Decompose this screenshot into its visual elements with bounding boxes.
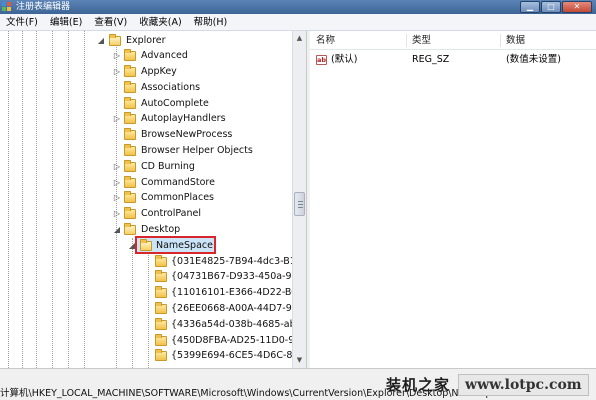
close-icon: ✕ xyxy=(573,2,581,11)
value-name: (默认) xyxy=(331,54,358,65)
tree-item-explorer[interactable]: ◢ Explorer xyxy=(0,33,292,49)
window-controls: ▁ □ ✕ xyxy=(520,1,592,13)
tree-item-guid[interactable]: {26EE0668-A00A-44D7-937 xyxy=(0,301,292,317)
watermark: 装机之家 www.lotpc.com xyxy=(386,371,592,398)
folder-icon xyxy=(155,318,167,330)
folder-icon xyxy=(155,255,167,267)
expand-icon[interactable]: ▷ xyxy=(113,51,121,61)
scroll-grip xyxy=(298,201,303,202)
folder-icon xyxy=(124,49,136,61)
tree-item-commandstore[interactable]: ▷ CommandStore xyxy=(0,175,292,191)
tree-item-cd-burning[interactable]: ▷ CD Burning xyxy=(0,159,292,175)
folder-icon xyxy=(155,302,167,314)
folder-icon xyxy=(124,207,136,219)
tree-item-guid[interactable]: {450D8FBA-AD25-11D0-98 xyxy=(0,333,292,349)
folder-open-icon xyxy=(140,239,152,251)
menu-edit[interactable]: 编辑(E) xyxy=(44,14,88,31)
folder-icon xyxy=(155,270,167,282)
value-list[interactable]: 名称 类型 数据 ab (默认) REG_SZ (数值未设置) xyxy=(310,31,596,368)
menu-help[interactable]: 帮助(H) xyxy=(188,14,234,31)
window-title: 注册表编辑器 xyxy=(16,2,71,12)
scroll-thumb[interactable] xyxy=(294,192,305,216)
scroll-grip xyxy=(298,207,303,208)
list-header: 名称 类型 数据 xyxy=(310,31,596,50)
tree-item-guid[interactable]: {04731B67-D933-450a-90E xyxy=(0,269,292,285)
folder-icon xyxy=(124,176,136,188)
watermark-url: www.lotpc.com xyxy=(458,373,589,396)
expand-icon[interactable]: ▷ xyxy=(113,178,121,188)
watermark-text: 装机之家 xyxy=(386,376,451,394)
minimize-icon: ▁ xyxy=(526,2,534,11)
folder-open-icon xyxy=(109,34,121,46)
folder-icon xyxy=(155,334,167,346)
column-type-header[interactable]: 类型 xyxy=(412,31,431,50)
scroll-down-icon[interactable]: ▼ xyxy=(293,354,306,367)
scroll-up-icon[interactable]: ▲ xyxy=(293,32,306,45)
close-button[interactable]: ✕ xyxy=(562,1,592,13)
folder-icon xyxy=(124,160,136,172)
menu-favorites[interactable]: 收藏夹(A) xyxy=(133,14,187,31)
collapse-icon[interactable]: ◢ xyxy=(113,225,121,235)
registry-tree[interactable]: ◢ Explorer ▷ Advanced ▷ AppKey Associati… xyxy=(0,31,292,368)
folder-icon xyxy=(124,191,136,203)
title-bar: 注册表编辑器 ▁ □ ✕ xyxy=(0,0,596,14)
value-data: (数值未设置) xyxy=(506,54,561,65)
scroll-grip xyxy=(298,204,303,205)
column-divider[interactable] xyxy=(500,34,501,47)
folder-icon xyxy=(124,112,136,124)
folder-icon xyxy=(124,128,136,140)
value-row[interactable]: ab (默认) REG_SZ (数值未设置) xyxy=(310,52,596,68)
tree-item-desktop[interactable]: ◢ Desktop xyxy=(0,222,292,238)
tree-item-commonplaces[interactable]: ▷ CommonPlaces xyxy=(0,190,292,206)
folder-icon xyxy=(124,144,136,156)
folder-icon xyxy=(124,97,136,109)
tree-item-appkey[interactable]: ▷ AppKey xyxy=(0,64,292,80)
expand-icon[interactable]: ▷ xyxy=(113,67,121,77)
tree-item-browser-helper-objects[interactable]: Browser Helper Objects xyxy=(0,143,292,159)
folder-open-icon xyxy=(124,223,136,235)
regedit-icon xyxy=(2,2,12,12)
minimize-button[interactable]: ▁ xyxy=(520,1,540,13)
maximize-icon: □ xyxy=(547,2,555,11)
tree-item-guid[interactable]: {5399E694-6CE5-4D6C-8FC xyxy=(0,348,292,364)
menu-view[interactable]: 查看(V) xyxy=(88,14,133,31)
tree-item-autoplayhandlers[interactable]: ▷ AutoplayHandlers xyxy=(0,111,292,127)
column-name-header[interactable]: 名称 xyxy=(316,31,335,50)
tree-item-advanced[interactable]: ▷ Advanced xyxy=(0,48,292,64)
tree-item-associations[interactable]: Associations xyxy=(0,80,292,96)
column-divider[interactable] xyxy=(406,34,407,47)
collapse-icon[interactable]: ◢ xyxy=(128,241,136,251)
expand-icon[interactable]: ▷ xyxy=(113,114,121,124)
expand-icon[interactable]: ▷ xyxy=(113,193,121,203)
expand-icon[interactable]: ▷ xyxy=(113,209,121,219)
maximize-button[interactable]: □ xyxy=(541,1,561,13)
tree-item-guid[interactable]: {11016101-E366-4D22-BCC xyxy=(0,285,292,301)
tree-item-controlpanel[interactable]: ▷ ControlPanel xyxy=(0,206,292,222)
tree-item-namespace[interactable]: ◢ NameSpace xyxy=(0,238,292,254)
tree-item-guid[interactable]: {4336a54d-038b-4685-ab0 xyxy=(0,317,292,333)
tree-item-autocomplete[interactable]: AutoComplete xyxy=(0,96,292,112)
collapse-icon[interactable]: ◢ xyxy=(97,36,105,46)
folder-icon xyxy=(124,65,136,77)
expand-icon[interactable]: ▷ xyxy=(113,162,121,172)
column-data-header[interactable]: 数据 xyxy=(506,31,525,50)
menu-file[interactable]: 文件(F) xyxy=(0,14,44,31)
folder-icon xyxy=(155,349,167,361)
tree-item-guid[interactable]: {031E4825-7B94-4dc3-B13 xyxy=(0,254,292,270)
tree-item-browsenewprocess[interactable]: BrowseNewProcess xyxy=(0,127,292,143)
menu-bar: 文件(F) 编辑(E) 查看(V) 收藏夹(A) 帮助(H) xyxy=(0,14,596,31)
tree-scrollbar[interactable]: ▲ ▼ xyxy=(292,31,306,368)
folder-icon xyxy=(155,286,167,298)
value-type: REG_SZ xyxy=(412,54,450,65)
folder-icon xyxy=(124,81,136,93)
string-value-icon: ab xyxy=(316,55,327,65)
